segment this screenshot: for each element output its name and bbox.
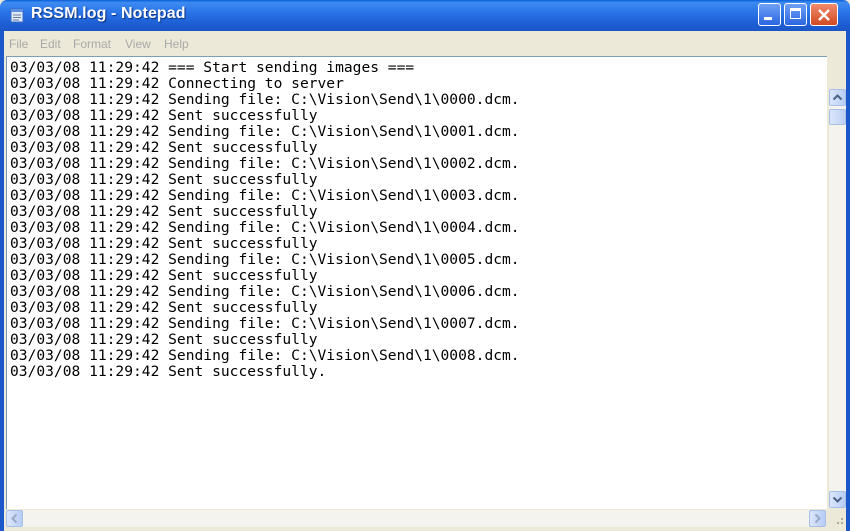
minimize-icon xyxy=(764,17,772,20)
chevron-up-icon xyxy=(832,94,843,101)
scroll-thumb[interactable] xyxy=(829,109,846,125)
chevron-left-icon xyxy=(11,513,18,524)
log-line: 03/03/08 11:29:42 Sending file: C:\Visio… xyxy=(10,283,520,300)
log-line: 03/03/08 11:29:42 Sending file: C:\Visio… xyxy=(10,251,520,268)
log-line: 03/03/08 11:29:42 Sending file: C:\Visio… xyxy=(10,187,520,204)
log-line: 03/03/08 11:29:42 Sent successfully xyxy=(10,203,318,220)
window-frame-right xyxy=(846,31,850,531)
window-title: RSSM.log - Notepad xyxy=(31,5,186,22)
log-line: 03/03/08 11:29:42 Sent successfully. xyxy=(10,363,327,380)
close-button[interactable] xyxy=(810,3,838,26)
menu-bar: File Edit Format View Help xyxy=(4,31,846,56)
vertical-scrollbar[interactable] xyxy=(829,89,846,508)
log-line: 03/03/08 11:29:42 Sending file: C:\Visio… xyxy=(10,347,520,364)
close-icon xyxy=(818,9,830,21)
window-frame-left xyxy=(0,31,4,531)
log-line: 03/03/08 11:29:42 === Start sending imag… xyxy=(10,59,415,76)
scroll-down-button[interactable] xyxy=(829,491,846,508)
log-line: 03/03/08 11:29:42 Sent successfully xyxy=(10,139,318,156)
notepad-icon xyxy=(10,8,24,23)
log-line: 03/03/08 11:29:42 Sent successfully xyxy=(10,331,318,348)
menu-format[interactable]: Format xyxy=(73,37,111,51)
log-line: 03/03/08 11:29:42 Sent successfully xyxy=(10,107,318,124)
menu-file[interactable]: File xyxy=(9,37,28,51)
resize-grip[interactable] xyxy=(829,510,846,527)
menu-edit[interactable]: Edit xyxy=(40,37,61,51)
log-line: 03/03/08 11:29:42 Sent successfully xyxy=(10,267,318,284)
resize-grip-icon xyxy=(837,518,843,524)
scroll-right-button[interactable] xyxy=(809,510,826,527)
chevron-right-icon xyxy=(814,513,821,524)
chevron-down-icon xyxy=(832,496,843,503)
scroll-left-button[interactable] xyxy=(6,510,23,527)
log-line: 03/03/08 11:29:42 Connecting to server xyxy=(10,75,344,92)
maximize-button[interactable] xyxy=(784,3,807,26)
maximize-icon xyxy=(790,8,801,19)
scroll-up-button[interactable] xyxy=(829,89,846,106)
horizontal-scrollbar[interactable] xyxy=(6,510,826,527)
notepad-window: RSSM.log - Notepad File Edit Format View… xyxy=(0,0,850,531)
log-line: 03/03/08 11:29:42 Sent successfully xyxy=(10,235,318,252)
menu-view[interactable]: View xyxy=(125,37,151,51)
log-line: 03/03/08 11:29:42 Sent successfully xyxy=(10,171,318,188)
text-editor[interactable]: 03/03/08 11:29:42 === Start sending imag… xyxy=(6,56,827,509)
log-line: 03/03/08 11:29:42 Sent successfully xyxy=(10,299,318,316)
minimize-button[interactable] xyxy=(758,3,781,26)
log-line: 03/03/08 11:29:42 Sending file: C:\Visio… xyxy=(10,219,520,236)
menu-help[interactable]: Help xyxy=(164,37,189,51)
log-line: 03/03/08 11:29:42 Sending file: C:\Visio… xyxy=(10,315,520,332)
log-line: 03/03/08 11:29:42 Sending file: C:\Visio… xyxy=(10,155,520,172)
title-bar[interactable]: RSSM.log - Notepad xyxy=(0,0,850,31)
log-line: 03/03/08 11:29:42 Sending file: C:\Visio… xyxy=(10,123,520,140)
log-line: 03/03/08 11:29:42 Sending file: C:\Visio… xyxy=(10,91,520,108)
